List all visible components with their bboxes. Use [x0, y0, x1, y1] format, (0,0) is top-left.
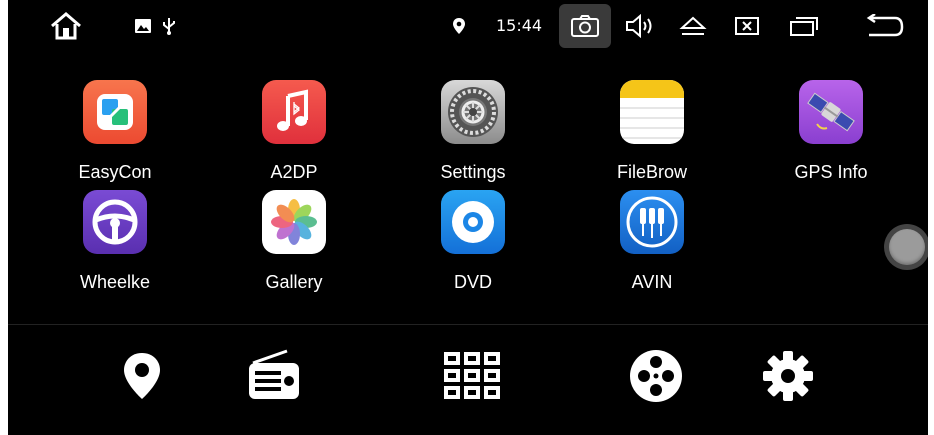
- media-reel-icon[interactable]: [624, 344, 688, 408]
- gallery-flower-icon: [262, 190, 326, 254]
- recent-apps-icon[interactable]: [784, 0, 822, 52]
- app-label: Gallery: [265, 272, 323, 292]
- settings-cog-icon[interactable]: [756, 344, 820, 408]
- clock: 15:44: [496, 16, 543, 35]
- satellite-icon: [799, 80, 863, 144]
- settings-gear-icon: [441, 80, 505, 144]
- app-label: Wheelke: [79, 272, 151, 292]
- location-icon: [448, 0, 470, 52]
- app-label: A2DP: [270, 162, 318, 182]
- disc-icon: [441, 190, 505, 254]
- back-icon[interactable]: [860, 0, 908, 52]
- radio-icon[interactable]: [242, 344, 306, 408]
- home-icon[interactable]: [44, 0, 88, 52]
- navigation-pin-icon[interactable]: [110, 344, 174, 408]
- app-easycon[interactable]: EasyCon: [50, 80, 180, 190]
- av-input-icon: [620, 190, 684, 254]
- app-avin[interactable]: AVIN: [587, 190, 717, 300]
- dock-divider: [8, 324, 928, 325]
- volume-icon[interactable]: [620, 0, 660, 52]
- app-label: AVIN: [631, 272, 673, 292]
- screenshot-icon[interactable]: [566, 0, 604, 52]
- app-label: FileBrow: [616, 162, 687, 182]
- app-settings[interactable]: Settings: [408, 80, 538, 190]
- app-gallery[interactable]: Gallery: [229, 190, 359, 300]
- app-gps-info[interactable]: GPS Info: [766, 80, 896, 190]
- launcher-screen: 15:44 EasyCon A2DP Settings FileBrow GPS…: [8, 0, 928, 435]
- app-dvd[interactable]: DVD: [408, 190, 538, 300]
- music-bluetooth-icon: [262, 80, 326, 144]
- assistive-touch-button[interactable]: [884, 224, 928, 270]
- usb-icon: [158, 0, 180, 52]
- app-drawer-grid-icon[interactable]: [440, 344, 504, 408]
- close-window-icon[interactable]: [730, 0, 764, 52]
- app-a2dp[interactable]: A2DP: [229, 80, 359, 190]
- app-label: GPS Info: [794, 162, 868, 182]
- app-label: DVD: [453, 272, 492, 292]
- file-browser-icon: [620, 80, 684, 144]
- image-notification-icon: [132, 0, 154, 52]
- app-wheelkey[interactable]: Wheelke: [50, 190, 180, 300]
- app-label: EasyCon: [78, 162, 152, 182]
- app-label: Settings: [440, 162, 506, 182]
- easyconnect-icon: [83, 80, 147, 144]
- eject-icon[interactable]: [676, 0, 710, 52]
- steering-wheel-icon: [83, 190, 147, 254]
- app-filebrowser[interactable]: FileBrow: [587, 80, 717, 190]
